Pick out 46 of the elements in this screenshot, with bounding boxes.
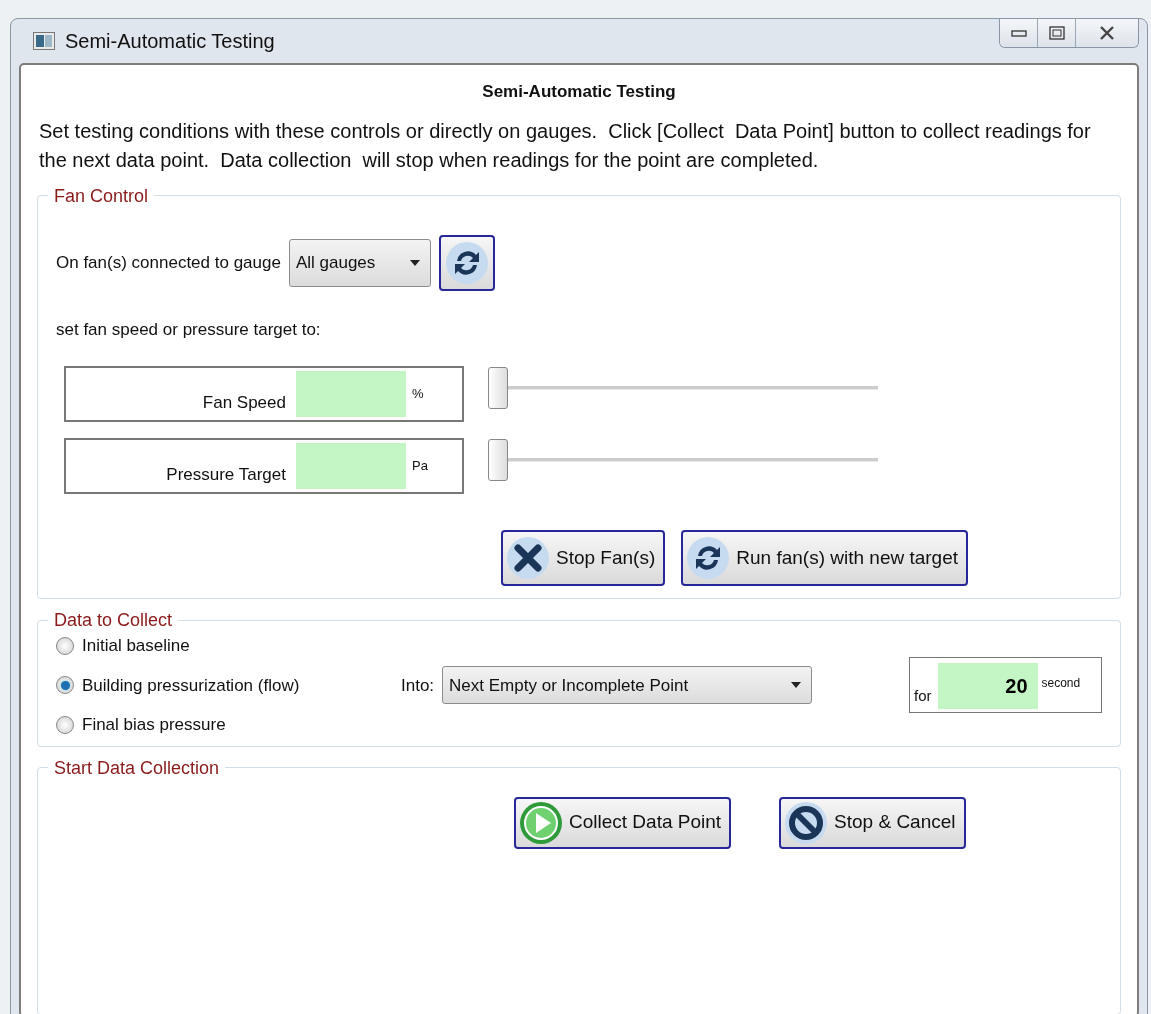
option-label: Initial baseline	[82, 635, 190, 657]
unit-label: second	[1040, 675, 1081, 693]
option-label: Building pressurization (flow)	[82, 674, 300, 697]
instructions-text: Set testing conditions with these controls or directly on gauges. Click [Collect Data Point] button to collect readings for the next data point. Data collection will stop when readings for the point are completed.	[39, 118, 1092, 173]
close-button[interactable]	[1076, 19, 1138, 47]
duration-field[interactable]: for 20 second	[909, 657, 1102, 714]
radio-button[interactable]	[56, 636, 74, 655]
refresh-icon	[444, 240, 489, 285]
no-entry-icon	[784, 800, 829, 845]
stop-cancel-button[interactable]: Stop & Cancel	[779, 796, 966, 849]
gauge-label: On fan(s) connected to gauge	[56, 251, 281, 274]
target-point-dropdown[interactable]: Next Empty or Incomplete Point	[442, 666, 813, 705]
gauge-dropdown[interactable]: All gauges	[288, 238, 431, 287]
window-title: Semi-Automatic Testing	[65, 29, 275, 54]
slider[interactable]	[488, 366, 878, 410]
duration-input[interactable]: 20	[937, 663, 1038, 710]
maximize-button[interactable]	[1038, 19, 1076, 47]
stop-fans-button[interactable]: Stop Fan(s)	[501, 530, 666, 586]
value-input[interactable]	[296, 371, 406, 417]
target-label: set fan speed or pressure target to:	[56, 318, 322, 341]
refresh-icon	[686, 536, 731, 580]
refresh-button[interactable]	[438, 234, 495, 291]
play-icon	[519, 800, 563, 845]
window-icon	[33, 32, 55, 50]
slider[interactable]	[488, 438, 878, 482]
slider-thumb[interactable]	[488, 439, 508, 481]
target-field[interactable]: Fan Speed %	[64, 366, 464, 422]
target-field[interactable]: Pressure Target Pa	[64, 438, 464, 494]
group-legend: Fan Control	[48, 186, 155, 205]
close-icon	[506, 536, 550, 580]
group-legend: Data to Collect	[48, 611, 179, 629]
option-label: Final bias pressure	[82, 714, 226, 736]
slider-thumb[interactable]	[488, 367, 508, 409]
radio-button[interactable]	[56, 715, 74, 734]
close-icon	[1099, 26, 1115, 40]
run-fans-button[interactable]: Run fan(s) with new target	[681, 530, 969, 586]
dialog-heading: Semi-Automatic Testing	[481, 81, 677, 103]
collect-data-point-button[interactable]: Collect Data Point	[514, 796, 732, 849]
into-label: Into:	[401, 674, 435, 697]
value-input[interactable]	[296, 443, 406, 489]
radio-button[interactable]	[56, 676, 74, 695]
minimize-icon	[1010, 29, 1027, 37]
maximize-icon	[1048, 26, 1065, 40]
minimize-button[interactable]	[1000, 19, 1038, 47]
group-legend: Start Data Collection	[48, 758, 226, 777]
for-label: for	[914, 685, 933, 706]
